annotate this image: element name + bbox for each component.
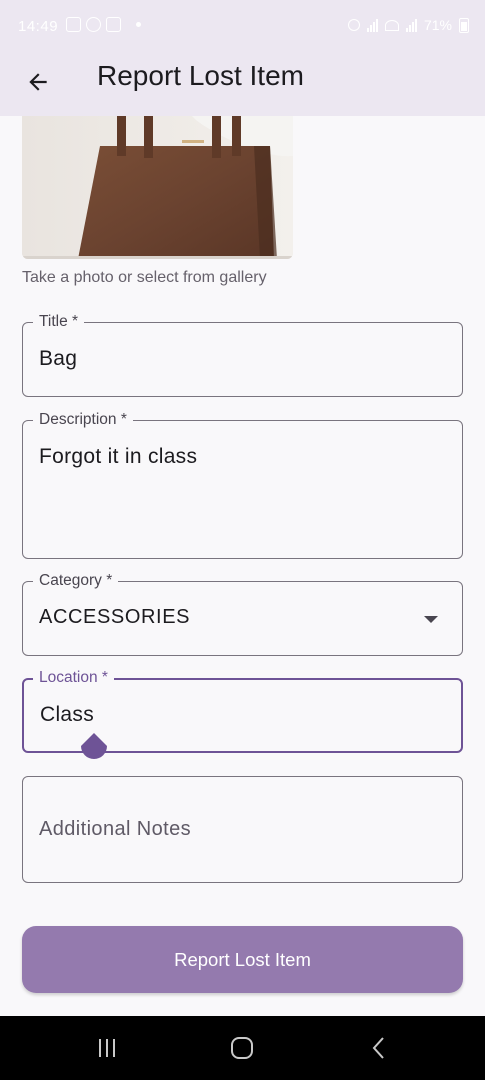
battery-icon — [459, 17, 469, 33]
status-right-icons: 71% — [347, 17, 469, 33]
system-nav-bar — [0, 1016, 485, 1080]
home-icon — [231, 1037, 253, 1059]
system-back-button[interactable] — [364, 1036, 394, 1060]
description-value: Forgot it in class — [39, 445, 198, 468]
title-label: Title * — [33, 312, 85, 332]
recent-apps-icon — [99, 1039, 115, 1057]
category-label: Category * — [33, 571, 119, 591]
photo-hint: Take a photo or select from gallery — [22, 269, 267, 286]
status-time: 14:49 — [18, 18, 59, 35]
bag-image — [22, 116, 293, 259]
text-cursor-handle[interactable] — [79, 733, 109, 767]
back-button[interactable] — [18, 62, 58, 102]
dropdown-arrow-icon[interactable] — [424, 616, 438, 623]
alarm-icon — [347, 19, 360, 31]
recent-apps-button[interactable] — [92, 1036, 122, 1060]
category-dropdown[interactable]: Category * ACCESSORIES — [22, 571, 463, 656]
gallery-icon — [66, 17, 81, 32]
arrow-back-icon — [29, 73, 47, 91]
notes-field[interactable]: Additional Notes — [22, 776, 463, 883]
whatsapp-icon — [86, 17, 101, 32]
title-value: Bag — [39, 347, 78, 370]
page-title: Report Lost Item — [97, 60, 304, 91]
report-lost-item-button[interactable]: Report Lost Item — [22, 926, 463, 993]
item-photo[interactable] — [22, 116, 293, 259]
notification-icons — [66, 17, 141, 32]
status-bar: 14:49 71% — [0, 0, 485, 56]
category-value: ACCESSORIES — [39, 606, 191, 628]
signal-icon-2 — [405, 18, 417, 32]
app-bar: Report Lost Item — [0, 56, 485, 116]
message-icon — [106, 17, 121, 32]
description-field[interactable]: Description * Forgot it in class — [22, 410, 463, 559]
notification-dot-icon — [136, 22, 141, 27]
back-icon — [372, 1037, 384, 1059]
location-value: Class — [40, 703, 95, 726]
title-field[interactable]: Title * Bag — [22, 312, 463, 397]
description-label: Description * — [33, 410, 133, 430]
wifi-icon — [384, 19, 399, 31]
home-button[interactable] — [227, 1036, 257, 1060]
signal-icon — [366, 18, 378, 32]
battery-percent: 71% — [423, 17, 452, 33]
location-label: Location * — [33, 668, 114, 688]
notes-placeholder: Additional Notes — [39, 818, 192, 840]
report-button-label: Report Lost Item — [174, 948, 311, 970]
status-row: 14:49 71% — [0, 0, 485, 56]
